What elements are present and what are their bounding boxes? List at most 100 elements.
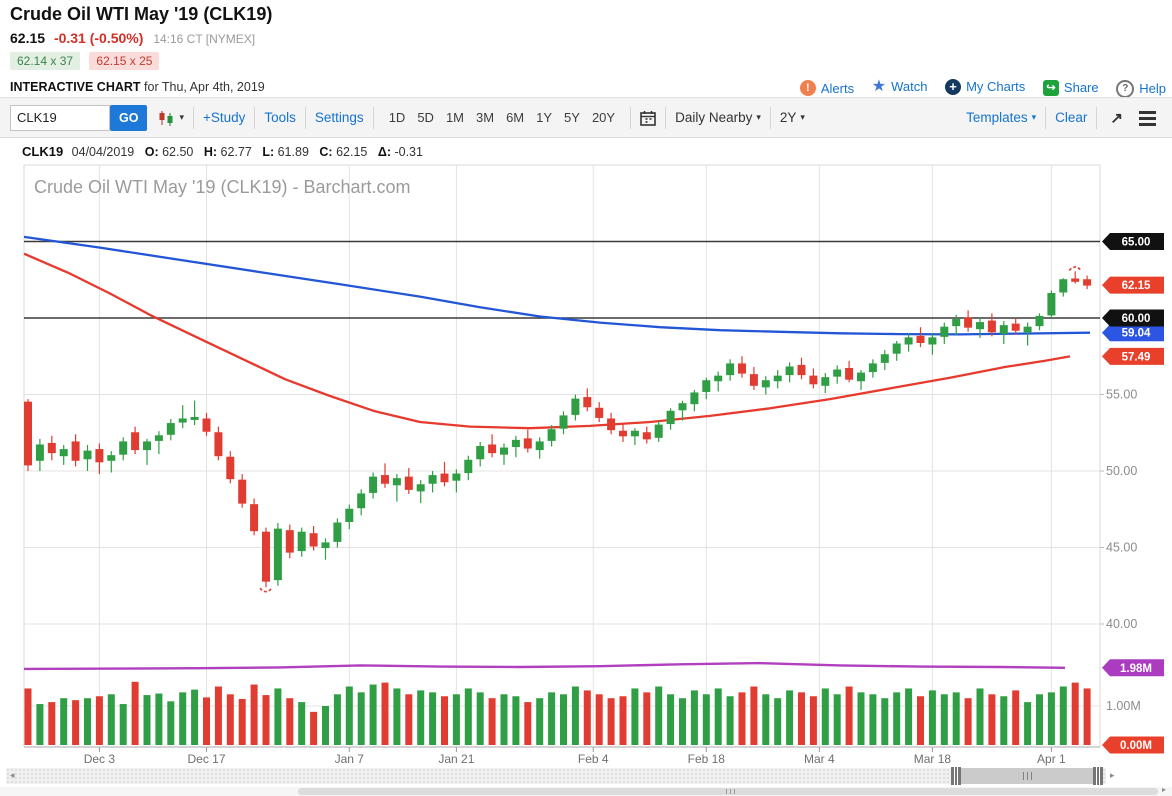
date-axis: Dec 3Dec 17Jan 7Jan 21Feb 4Feb 18Mar 4Ma… [84,752,1066,766]
range-button-20y[interactable]: 20Y [592,110,615,125]
ohlc-low: 61.89 [278,145,309,159]
page-scroll-right-arrow-icon[interactable]: ▸ [1162,785,1166,794]
axis-tag: 60.00 [1102,310,1164,327]
symbol-input[interactable] [10,105,110,131]
my-charts-link[interactable]: + My Charts [945,79,1025,95]
chart-canvas[interactable]: Crude Oil WTI May '19 (CLK19) - Barchart… [0,163,1172,766]
chevron-down-icon: ▾ [1032,112,1037,123]
chart-scrollbar: ◂ ▸ [0,766,1172,786]
candlestick-icon [157,110,175,126]
toolbar-separator [770,107,771,129]
toolbar-separator [630,107,631,129]
toolbar-separator [1045,107,1046,129]
last-price: 62.15 [10,30,45,46]
scroll-left-arrow-icon[interactable]: ◂ [10,770,15,781]
axis-tag: 65.00 [1102,233,1164,250]
calendar-icon [640,110,656,126]
range-button-1d[interactable]: 1D [389,110,406,125]
axis-tag: 59.04 [1102,324,1164,341]
svg-text:57.49: 57.49 [1122,351,1151,363]
page-scrollbar-thumb[interactable] [298,788,1158,795]
question-icon: ? [1116,80,1134,98]
toolbar-separator [254,107,255,129]
svg-text:62.15: 62.15 [1122,280,1151,292]
chart-type-dropdown[interactable]: ▾ [157,110,184,126]
section-label: INTERACTIVE CHART [10,80,141,94]
toolbar-separator [373,107,374,129]
range-button-3m[interactable]: 3M [476,110,494,125]
axis-tag: 62.15 [1102,277,1164,294]
svg-text:Mar 4: Mar 4 [804,752,835,766]
toolbar-separator [193,107,194,129]
help-link[interactable]: ? Help [1116,80,1166,98]
svg-text:55.00: 55.00 [1106,388,1137,402]
svg-text:Dec 17: Dec 17 [187,752,225,766]
chevron-down-icon: ▾ [800,112,805,123]
section-suffix: for Thu, Apr 4th, 2019 [144,80,265,94]
chart-toolbar: GO ▾ +Study Tools Settings 1D 5D 1M 3M 6M 1Y 5… [0,98,1172,138]
ohlc-delta: -0.31 [394,145,423,159]
ohlc-symbol: CLK19 [22,144,63,159]
tools-button[interactable]: Tools [264,110,296,125]
watermark: Crude Oil WTI May '19 (CLK19) - Barchart… [34,177,411,197]
plot-border [24,165,1100,747]
toolbar-separator [665,107,666,129]
calendar-button[interactable] [640,110,656,126]
horizontal-annotation-lines [24,242,1100,319]
ma-fast-line [24,254,1070,429]
clear-button[interactable]: Clear [1055,110,1087,125]
ma-slow-line [24,237,1090,335]
ohlc-close: 62.15 [336,145,367,159]
svg-text:Dec 3: Dec 3 [84,752,116,766]
svg-text:Mar 18: Mar 18 [914,752,952,766]
svg-text:Feb 4: Feb 4 [578,752,609,766]
lookback-dropdown[interactable]: 2Y ▾ [780,110,805,125]
hamburger-menu-icon[interactable] [1139,111,1156,114]
axis-tag: 1.98M [1102,659,1164,676]
alert-icon: ! [800,80,816,96]
add-study-button[interactable]: +Study [203,110,245,125]
quote-timestamp: 14:16 CT [NYMEX] [153,32,255,46]
frequency-dropdown[interactable]: Daily Nearby ▾ [675,110,761,125]
range-button-5d[interactable]: 5D [417,110,434,125]
ohlc-date: 04/04/2019 [72,145,135,159]
page-scrollbar-grip [726,789,735,794]
range-button-5y[interactable]: 5Y [564,110,580,125]
scrollbar-track[interactable] [6,768,1106,784]
page-scrollbar[interactable]: ▸ [0,787,1172,796]
svg-text:Apr 1: Apr 1 [1037,752,1066,766]
svg-text:65.00: 65.00 [1122,237,1151,249]
share-icon: ↪ [1043,80,1059,96]
page-title: Crude Oil WTI May '19 (CLK19) [10,4,272,25]
axis-tag: 57.49 [1102,348,1164,365]
svg-text:40.00: 40.00 [1106,617,1137,631]
open-interest-line [24,663,1065,669]
settings-button[interactable]: Settings [315,110,364,125]
scrollbar-right-handle[interactable] [1093,767,1103,785]
svg-text:60.00: 60.00 [1122,313,1151,325]
alerts-link[interactable]: ! Alerts [800,80,854,96]
ask-chip: 62.15 x 25 [89,52,159,70]
svg-text:45.00: 45.00 [1106,541,1137,555]
section-heading: INTERACTIVE CHART for Thu, Apr 4th, 2019 [10,80,265,94]
scrollbar-thumb[interactable] [951,768,1103,784]
go-button[interactable]: GO [110,105,147,131]
svg-text:Jan 7: Jan 7 [335,752,365,766]
svg-text:Jan 21: Jan 21 [438,752,474,766]
toolbar-separator [305,107,306,129]
watch-link[interactable]: ★ Watch [872,76,928,96]
range-button-1y[interactable]: 1Y [536,110,552,125]
share-link[interactable]: ↪ Share [1043,80,1099,96]
templates-dropdown[interactable]: Templates ▾ [966,110,1036,125]
toolbar-separator [1096,107,1097,129]
range-button-1m[interactable]: 1M [446,110,464,125]
range-button-6m[interactable]: 6M [506,110,524,125]
price-change: -0.31 (-0.50%) [54,30,143,46]
chevron-down-icon: ▾ [179,112,184,123]
quick-links: ! Alerts ★ Watch + My Charts ↪ Share ? H… [786,76,1166,98]
draw-trendline-icon[interactable]: ↗ [1110,109,1123,127]
scroll-right-arrow-icon[interactable]: ▸ [1110,770,1115,781]
svg-text:1.00M: 1.00M [1106,699,1141,713]
scrollbar-left-handle[interactable] [951,767,961,785]
chevron-down-icon: ▾ [756,112,761,123]
